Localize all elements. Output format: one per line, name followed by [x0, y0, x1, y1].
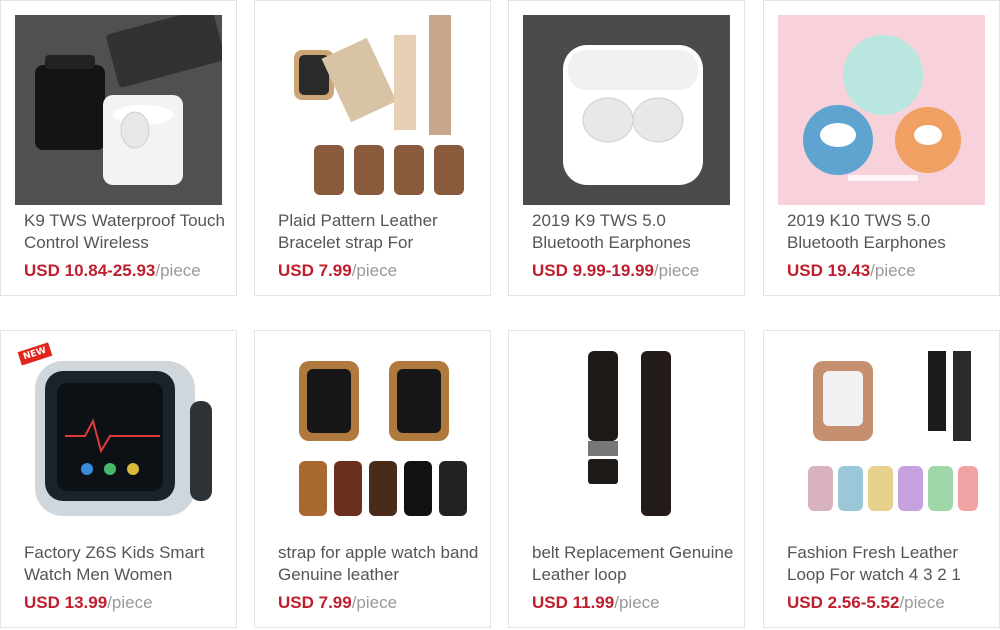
product-card[interactable]: 2019 K10 TWS 5.0 Bluetooth Earphones USD…	[763, 0, 1000, 296]
product-card[interactable]: Fashion Fresh Leather Loop For watch 4 3…	[763, 330, 1000, 628]
product-image[interactable]: NEW	[15, 341, 222, 531]
product-image[interactable]	[269, 15, 476, 205]
product-title[interactable]: 2019 K10 TWS 5.0 Bluetooth Earphones	[787, 210, 992, 254]
price-unit: /piece	[614, 593, 660, 612]
price-value: USD 7.99	[278, 261, 352, 280]
watch-strap-icon	[269, 15, 476, 205]
product-title[interactable]: K9 TWS Waterproof Touch Control Wireless	[24, 210, 229, 254]
product-card[interactable]: K9 TWS Waterproof Touch Control Wireless…	[0, 0, 237, 296]
price-unit: /piece	[870, 261, 916, 280]
product-card[interactable]: NEW Factory Z6S Kids Smart Watch Men Wom…	[0, 330, 237, 628]
product-title[interactable]: Plaid Pattern Leather Bracelet strap For	[278, 210, 483, 254]
price-unit: /piece	[899, 593, 945, 612]
product-price: USD 7.99/piece	[278, 593, 483, 612]
product-title[interactable]: Fashion Fresh Leather Loop For watch 4 3…	[787, 542, 992, 586]
smartwatch-icon	[15, 341, 222, 531]
watch-strap-icon	[523, 341, 730, 531]
product-price: USD 13.99/piece	[24, 593, 229, 612]
price-value: USD 2.56-5.52	[787, 593, 900, 612]
product-title[interactable]: Factory Z6S Kids Smart Watch Men Women	[24, 542, 229, 586]
product-price: USD 7.99/piece	[278, 261, 483, 280]
product-image[interactable]	[15, 15, 222, 205]
price-value: USD 7.99	[278, 593, 352, 612]
earbuds-icon	[15, 15, 222, 205]
earbuds-icon	[778, 15, 985, 205]
product-image[interactable]	[523, 341, 730, 531]
product-price: USD 2.56-5.52/piece	[787, 593, 992, 612]
product-title[interactable]: 2019 K9 TWS 5.0 Bluetooth Earphones	[532, 210, 737, 254]
product-title[interactable]: belt Replacement Genuine Leather loop	[532, 542, 737, 586]
price-value: USD 19.43	[787, 261, 871, 280]
product-card[interactable]: 2019 K9 TWS 5.0 Bluetooth Earphones USD …	[508, 0, 745, 296]
watch-strap-icon	[269, 341, 476, 531]
price-unit: /piece	[351, 593, 398, 612]
product-image[interactable]	[778, 341, 985, 531]
earbuds-icon	[523, 15, 730, 205]
product-price: USD 9.99-19.99/piece	[532, 261, 737, 280]
product-card[interactable]: Plaid Pattern Leather Bracelet strap For…	[254, 0, 491, 296]
product-image[interactable]	[778, 15, 985, 205]
product-price: USD 10.84-25.93/piece	[24, 261, 229, 280]
price-value: USD 9.99-19.99	[532, 261, 654, 280]
product-image[interactable]	[523, 15, 730, 205]
price-value: USD 13.99	[24, 593, 108, 612]
price-unit: /piece	[107, 593, 153, 612]
product-image[interactable]	[269, 341, 476, 531]
product-card[interactable]: strap for apple watch band Genuine leath…	[254, 330, 491, 628]
price-value: USD 10.84-25.93	[24, 261, 156, 280]
price-unit: /piece	[155, 261, 201, 280]
watch-strap-icon	[778, 341, 985, 531]
product-price: USD 19.43/piece	[787, 261, 992, 280]
price-unit: /piece	[653, 261, 700, 280]
price-value: USD 11.99	[532, 593, 615, 612]
price-unit: /piece	[351, 261, 398, 280]
product-price: USD 11.99/piece	[532, 593, 737, 612]
product-title[interactable]: strap for apple watch band Genuine leath…	[278, 542, 483, 586]
product-card[interactable]: belt Replacement Genuine Leather loop US…	[508, 330, 745, 628]
